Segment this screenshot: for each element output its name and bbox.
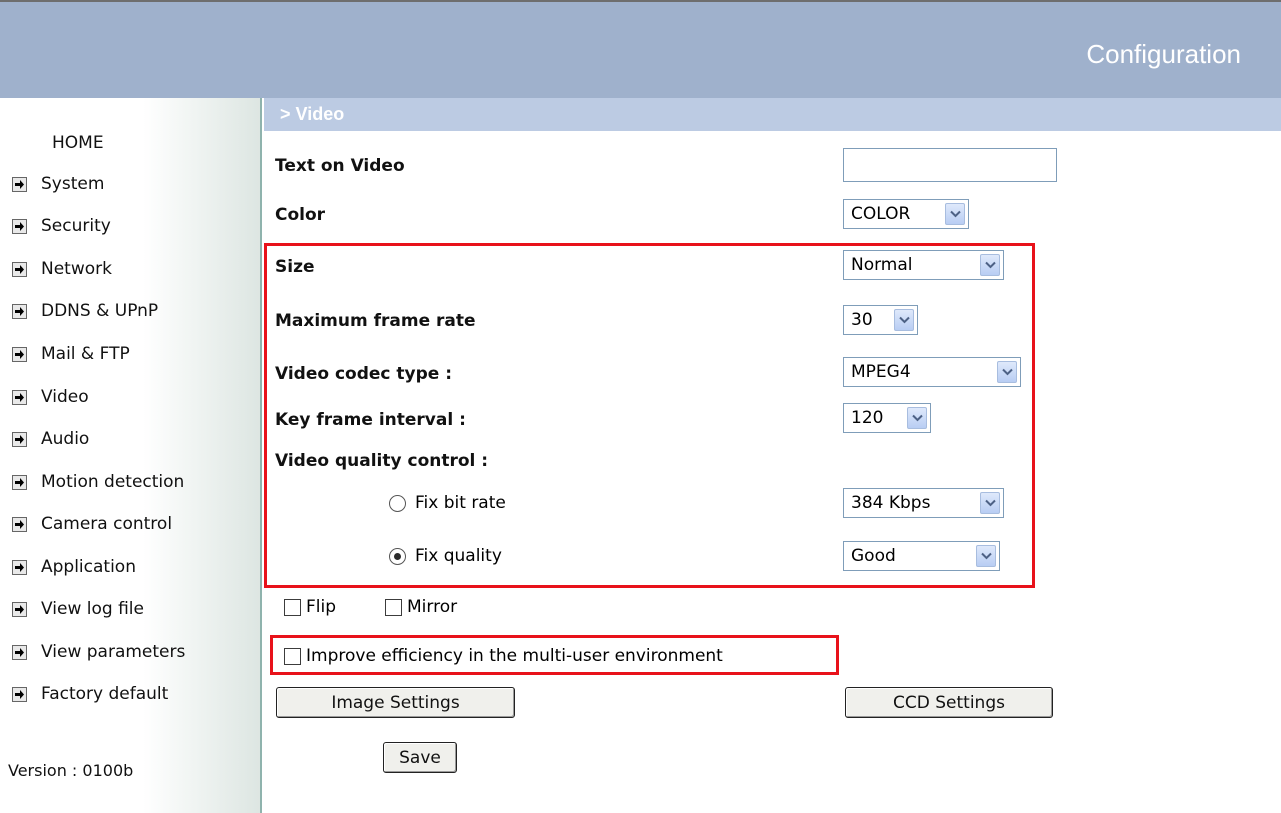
- codec-label: Video codec type :: [275, 364, 453, 384]
- chevron-down-icon: [976, 545, 996, 567]
- improve-efficiency-checkbox[interactable]: [284, 647, 301, 665]
- flip-option[interactable]: Flip: [284, 597, 336, 617]
- quality-select-value: Good: [851, 546, 896, 566]
- size-select[interactable]: Normal: [843, 250, 1004, 280]
- fix-bit-rate-option[interactable]: Fix bit rate: [389, 493, 506, 513]
- fix-bit-rate-radio[interactable]: [389, 494, 406, 512]
- fix-bit-rate-label: Fix bit rate: [415, 493, 506, 513]
- text-on-video-input[interactable]: [843, 148, 1057, 182]
- sidebar-item-view-log-file[interactable]: View log file: [12, 597, 144, 621]
- codec-select[interactable]: MPEG4: [843, 357, 1021, 387]
- max-frame-rate-select-value: 30: [851, 310, 873, 330]
- improve-efficiency-option[interactable]: Improve efficiency in the multi-user env…: [284, 646, 723, 666]
- sidebar-item-ddns-upnp[interactable]: DDNS & UPnP: [12, 299, 158, 323]
- save-button[interactable]: Save: [383, 742, 457, 773]
- sidebar: HOME System Security Network DDNS & UPnP…: [0, 98, 262, 813]
- text-on-video-label: Text on Video: [275, 156, 405, 176]
- bit-rate-select[interactable]: 384 Kbps: [843, 488, 1004, 518]
- mirror-label: Mirror: [407, 597, 458, 617]
- sidebar-item-label: View parameters: [41, 642, 186, 662]
- sidebar-item-application[interactable]: Application: [12, 555, 136, 579]
- arrow-right-icon: [12, 559, 27, 575]
- sidebar-item-system[interactable]: System: [12, 172, 104, 196]
- chevron-down-icon: [980, 254, 1000, 276]
- sidebar-item-label: Mail & FTP: [41, 344, 130, 364]
- flip-label: Flip: [306, 597, 337, 617]
- quality-select[interactable]: Good: [843, 541, 1000, 571]
- codec-select-value: MPEG4: [851, 362, 911, 382]
- quality-control-label: Video quality control :: [275, 451, 489, 471]
- color-select[interactable]: COLOR: [843, 199, 969, 229]
- sidebar-item-camera-control[interactable]: Camera control: [12, 512, 172, 536]
- section-title: > Video: [264, 98, 1281, 131]
- arrow-right-icon: [12, 431, 27, 447]
- sidebar-item-home[interactable]: HOME: [52, 133, 104, 153]
- flip-checkbox[interactable]: [284, 598, 301, 616]
- chevron-down-icon: [980, 492, 1000, 514]
- sidebar-item-label: Application: [41, 557, 136, 577]
- sidebar-item-label: Audio: [41, 429, 90, 449]
- arrow-right-icon: [12, 261, 27, 277]
- size-select-value: Normal: [851, 255, 913, 275]
- sidebar-item-label: System: [41, 174, 105, 194]
- key-frame-select[interactable]: 120: [843, 403, 931, 433]
- header-bar: Configuration: [0, 0, 1281, 98]
- size-label: Size: [275, 257, 315, 277]
- arrow-right-icon: [12, 346, 27, 362]
- color-label: Color: [275, 205, 326, 225]
- arrow-right-icon: [12, 644, 27, 660]
- fix-quality-label: Fix quality: [415, 546, 502, 566]
- fix-quality-option[interactable]: Fix quality: [389, 546, 502, 566]
- sidebar-item-video[interactable]: Video: [12, 385, 89, 409]
- sidebar-item-label: Security: [41, 216, 111, 236]
- sidebar-item-label: Motion detection: [41, 472, 185, 492]
- sidebar-item-audio[interactable]: Audio: [12, 427, 89, 451]
- arrow-right-icon: [12, 474, 27, 490]
- sidebar-item-security[interactable]: Security: [12, 214, 111, 238]
- chevron-down-icon: [894, 309, 914, 331]
- version-text: Version : 0100b: [8, 761, 134, 780]
- sidebar-item-label: View log file: [41, 599, 144, 619]
- page-title: Configuration: [1086, 39, 1241, 69]
- sidebar-item-mail-ftp[interactable]: Mail & FTP: [12, 342, 130, 366]
- arrow-right-icon: [12, 176, 27, 192]
- sidebar-item-label: Video: [41, 387, 89, 407]
- sidebar-item-label: DDNS & UPnP: [41, 301, 159, 321]
- fix-quality-radio[interactable]: [389, 547, 406, 565]
- chevron-down-icon: [907, 407, 927, 429]
- arrow-right-icon: [12, 218, 27, 234]
- key-frame-label: Key frame interval :: [275, 410, 466, 430]
- sidebar-item-label: Camera control: [41, 514, 173, 534]
- sidebar-item-factory-default[interactable]: Factory default: [12, 682, 168, 706]
- max-frame-rate-label: Maximum frame rate: [275, 311, 476, 331]
- arrow-right-icon: [12, 601, 27, 617]
- sidebar-item-network[interactable]: Network: [12, 257, 112, 281]
- improve-efficiency-label: Improve efficiency in the multi-user env…: [306, 646, 723, 666]
- arrow-right-icon: [12, 516, 27, 532]
- arrow-right-icon: [12, 303, 27, 319]
- sidebar-item-label: Factory default: [41, 684, 169, 704]
- sidebar-item-motion-detection[interactable]: Motion detection: [12, 470, 184, 494]
- sidebar-item-label: Network: [41, 259, 112, 279]
- bit-rate-select-value: 384 Kbps: [851, 493, 931, 513]
- arrow-right-icon: [12, 686, 27, 702]
- ccd-settings-button[interactable]: CCD Settings: [845, 687, 1053, 718]
- chevron-down-icon: [945, 203, 965, 225]
- max-frame-rate-select[interactable]: 30: [843, 305, 918, 335]
- mirror-option[interactable]: Mirror: [385, 597, 457, 617]
- chevron-down-icon: [997, 361, 1017, 383]
- mirror-checkbox[interactable]: [385, 598, 402, 616]
- key-frame-select-value: 120: [851, 408, 884, 428]
- arrow-right-icon: [12, 389, 27, 405]
- sidebar-item-view-parameters[interactable]: View parameters: [12, 640, 185, 664]
- color-select-value: COLOR: [851, 204, 911, 224]
- image-settings-button[interactable]: Image Settings: [276, 687, 515, 718]
